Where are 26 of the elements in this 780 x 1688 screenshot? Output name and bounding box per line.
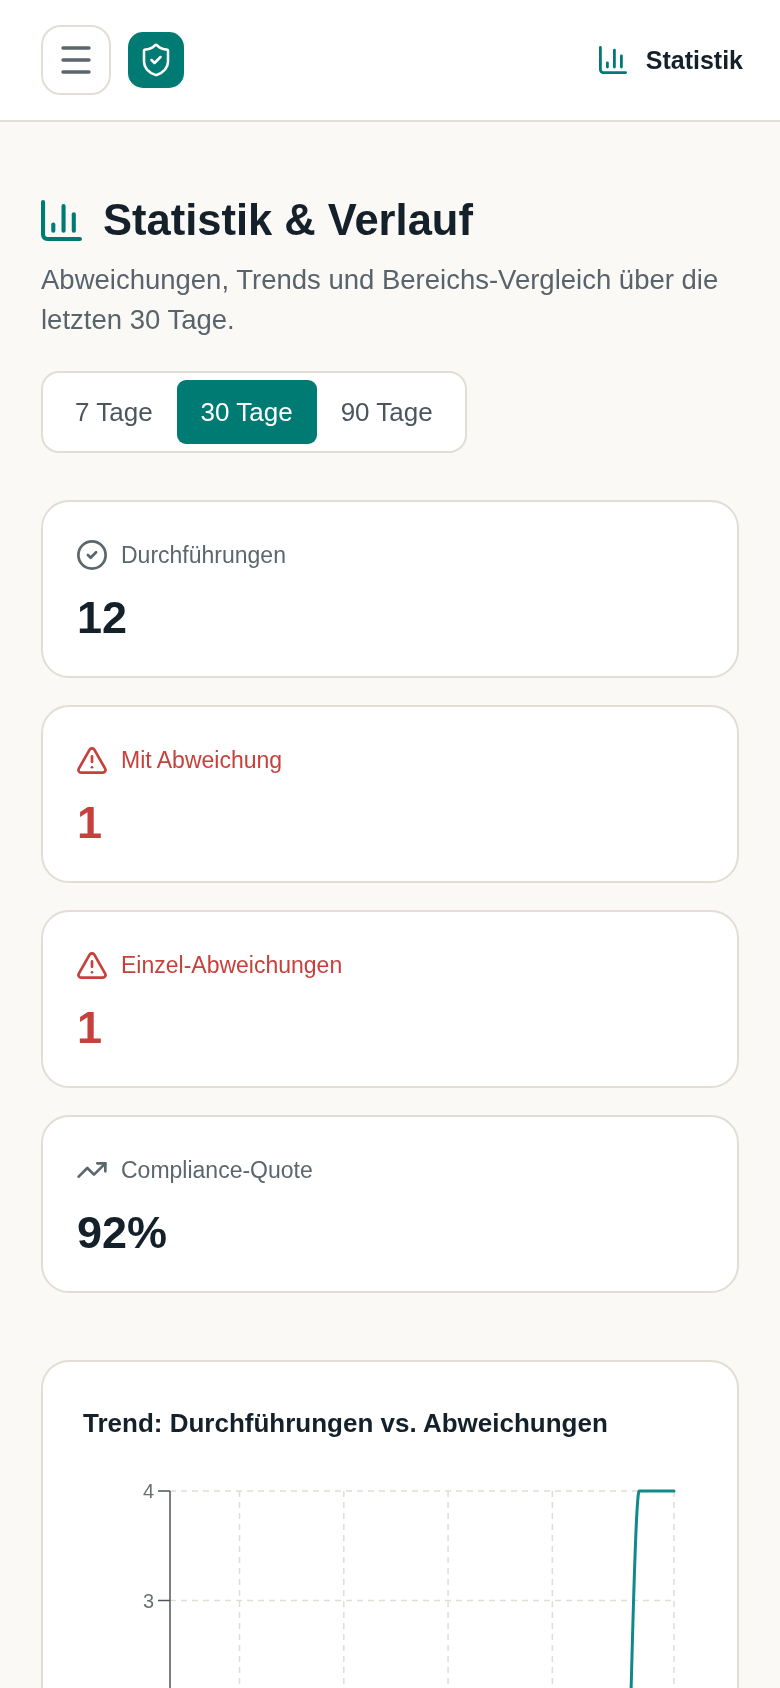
- shield-check-icon: [128, 32, 184, 88]
- period-tab[interactable]: 90 Tage: [316, 380, 457, 444]
- bar-chart-icon: [598, 46, 627, 74]
- period-tab[interactable]: 7 Tage: [51, 380, 177, 444]
- y-tick-label: 3: [142, 1589, 154, 1612]
- page-title: Statistik & Verlauf: [103, 195, 473, 245]
- stat-value: 12: [77, 591, 129, 645]
- period-tab[interactable]: 30 Tage: [176, 380, 317, 444]
- warning-icon: [77, 746, 107, 774]
- warning-icon: [77, 951, 107, 979]
- stat-label: Durchführungen: [121, 541, 286, 569]
- chart-title: Trend: Durchführungen vs. Abweichungen: [83, 1408, 609, 1438]
- check-circle-icon: [77, 540, 107, 570]
- stat-label: Compliance-Quote: [121, 1156, 313, 1184]
- current-page-label: Statistik: [645, 45, 743, 75]
- stat-value: 92%: [77, 1206, 169, 1260]
- y-tick-label: 4: [142, 1480, 154, 1502]
- trend-up-icon: [77, 1162, 107, 1178]
- stat-label: Mit Abweichung: [121, 746, 283, 774]
- bar-chart-icon: [41, 199, 82, 241]
- menu-button[interactable]: [41, 25, 111, 95]
- page-subtitle: Abweichungen, Trends und Bereichs-Vergleich über die letzten 30 Tage.: [41, 263, 720, 337]
- stat-label: Einzel-Abweichungen: [121, 951, 343, 979]
- stat-value: 1: [77, 796, 104, 850]
- stat-value: 1: [77, 1001, 104, 1055]
- menu-icon: [61, 46, 91, 74]
